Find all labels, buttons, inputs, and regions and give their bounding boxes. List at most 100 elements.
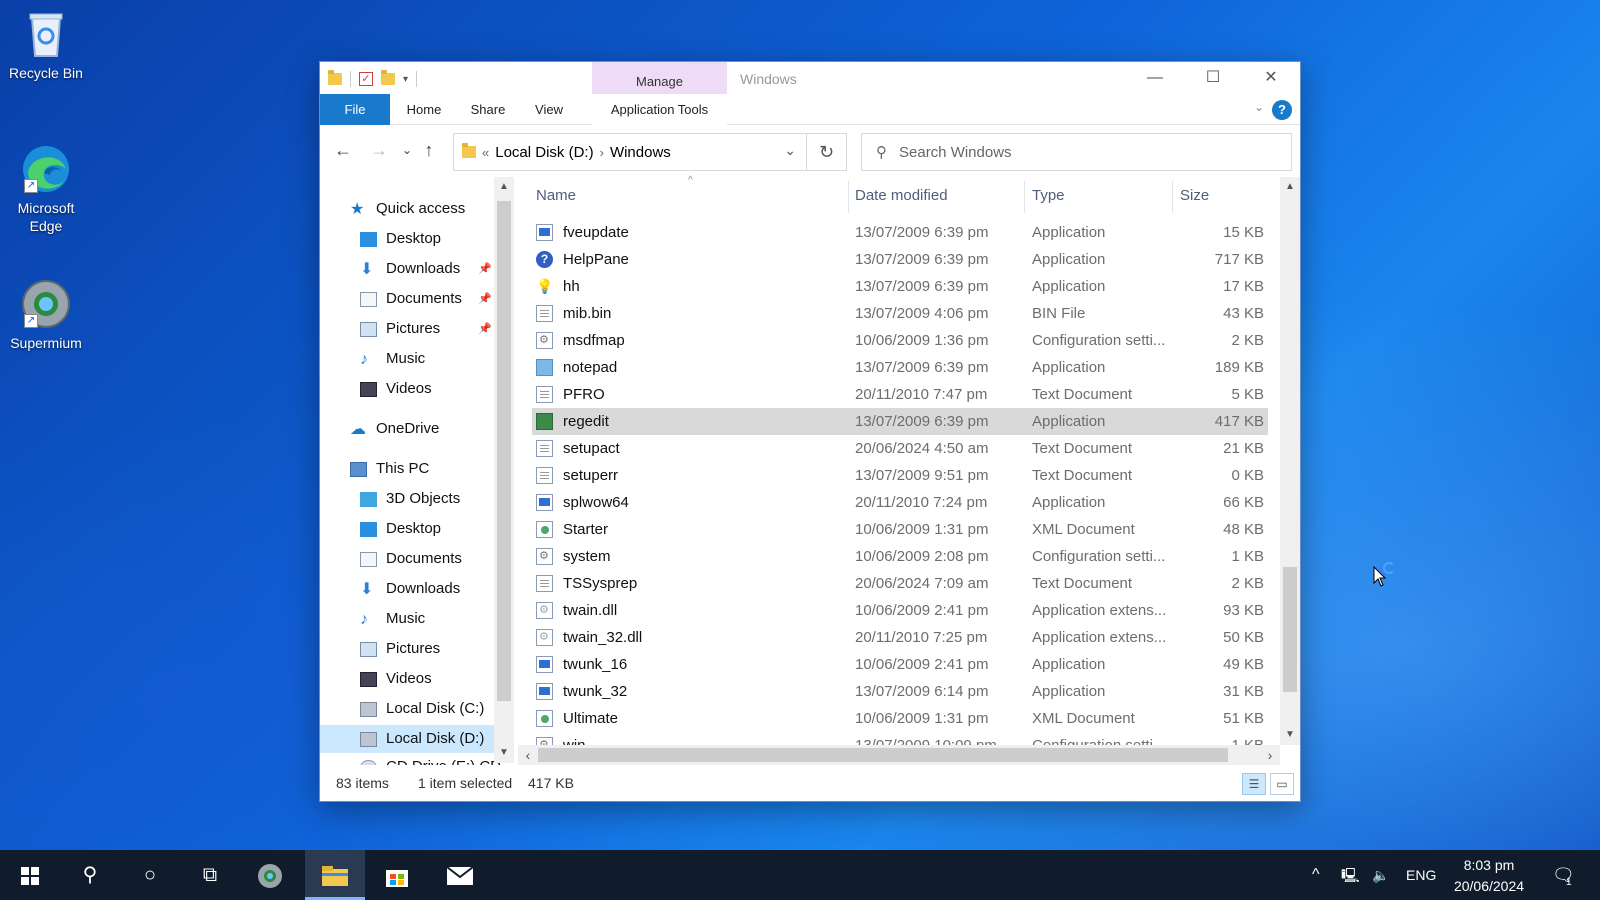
tab-application-tools[interactable]: Application Tools [592,94,727,125]
nav-quick-documents[interactable]: Documents 📌 [360,285,492,313]
nav-quick-music[interactable]: ♪ Music [360,345,425,373]
scroll-down-icon[interactable]: ▼ [494,747,514,758]
file-row-starter[interactable]: Starter 10/06/2009 1:31 pm XML Document 48 … [532,516,1268,543]
scroll-up-icon[interactable]: ▲ [1280,181,1300,192]
nav-pc-pictures[interactable]: Pictures [360,635,440,663]
scroll-up-icon[interactable]: ▲ [494,181,514,192]
file-row-regedit[interactable]: regedit 13/07/2009 6:39 pm Application 417 … [532,408,1268,435]
help-button[interactable]: ? [1272,100,1292,120]
chevron-down-icon[interactable]: ⌄ [784,142,796,159]
taskbar-store[interactable] [367,850,427,900]
file-row-system[interactable]: system 10/06/2009 2:08 pm Configuration se… [532,543,1268,570]
nav-quick-downloads[interactable]: ⬇ Downloads 📌 [360,255,492,283]
nav-pc-desktop[interactable]: Desktop [360,515,441,543]
recent-locations-icon[interactable]: ⌄ [396,139,418,161]
column-separator[interactable] [1172,181,1173,213]
breadcrumb-windows[interactable]: Windows [610,144,671,161]
nav-quick-access[interactable]: ★ Quick access [350,195,465,223]
desktop-icon-recycle-bin[interactable]: Recycle Bin [6,8,86,82]
qat-dropdown-icon[interactable]: ▾ [403,74,408,85]
nav-this-pc[interactable]: This PC [350,455,429,483]
file-row-ultimate[interactable]: Ultimate 10/06/2009 1:31 pm XML Document 51… [532,705,1268,732]
file-row-twain-dll[interactable]: twain.dll 10/06/2009 2:41 pm Application e… [532,597,1268,624]
file-list-horizontal-scrollbar[interactable]: ‹ › [518,745,1280,765]
column-header-size[interactable]: Size [1180,187,1209,204]
file-row-setuperr[interactable]: setuperr 13/07/2009 9:51 pm Text Document 0… [532,462,1268,489]
details-view-button[interactable]: ☰ [1242,773,1266,795]
file-row-pfro[interactable]: PFRO 20/11/2010 7:47 pm Text Document 5 KB [532,381,1268,408]
search-input[interactable]: ⚲ Search Windows [861,133,1292,171]
file-row-fveupdate[interactable]: fveupdate 13/07/2009 6:39 pm Application 15… [532,219,1268,246]
nav-pc-downloads[interactable]: ⬇ Downloads [360,575,460,603]
nav-pc-music[interactable]: ♪ Music [360,605,425,633]
new-folder-icon[interactable] [381,70,395,85]
start-button[interactable] [0,850,60,900]
scroll-down-icon[interactable]: ▼ [1280,729,1300,740]
column-header-date[interactable]: Date modified [855,187,948,204]
scroll-thumb[interactable] [497,201,511,701]
taskbar-file-explorer[interactable] [305,850,365,900]
file-row-notepad[interactable]: notepad 13/07/2009 6:39 pm Application 189 … [532,354,1268,381]
file-row-helppane[interactable]: ? HelpPane 13/07/2009 6:39 pm Application 71… [532,246,1268,273]
tab-view[interactable]: View [524,94,574,125]
large-icons-view-button[interactable]: ▭ [1270,773,1294,795]
desktop-icon-supermium[interactable]: ↗ Supermium [6,278,86,352]
nav-onedrive[interactable]: ☁ OneDrive [350,415,439,443]
tab-home[interactable]: Home [396,94,452,125]
chevron-right-icon[interactable]: › [600,145,604,160]
address-bar[interactable]: « Local Disk (D:) › Windows ⌄ [453,133,807,171]
taskbar-supermium[interactable] [240,850,300,900]
refresh-button[interactable]: ↻ [807,133,847,171]
nav-quick-desktop[interactable]: Desktop 📌 [360,225,441,253]
scroll-thumb[interactable] [1283,567,1297,692]
clock[interactable]: 8:03 pm 20/06/2024 [1444,855,1534,897]
close-button[interactable]: ✕ [1242,62,1300,94]
tab-file[interactable]: File [320,94,390,125]
column-separator[interactable] [1024,181,1025,213]
expand-ribbon-icon[interactable]: ⌄ [1254,100,1264,114]
network-icon[interactable]: 🖳 [1341,850,1360,900]
file-row-mib-bin[interactable]: mib.bin 13/07/2009 4:06 pm BIN File 43 KB [532,300,1268,327]
nav-3d-objects[interactable]: 3D Objects [360,485,460,513]
show-hidden-icons[interactable]: ^ [1312,850,1320,900]
nav-pc-documents[interactable]: Documents [360,545,462,573]
file-row-splwow64[interactable]: splwow64 20/11/2010 7:24 pm Application 66 … [532,489,1268,516]
task-view-button[interactable]: ⧉ [180,850,240,900]
column-separator[interactable] [848,181,849,213]
maximize-button[interactable]: ☐ [1184,62,1242,94]
scroll-thumb[interactable] [538,748,1228,762]
scroll-right-icon[interactable]: › [1260,745,1280,765]
file-row-hh[interactable]: 💡 hh 13/07/2009 6:39 pm Application 17 KB [532,273,1268,300]
column-header-type[interactable]: Type [1032,187,1065,204]
nav-quick-videos[interactable]: Videos [360,375,432,403]
language-indicator[interactable]: ENG [1406,850,1436,900]
file-row-twain-32-dll[interactable]: twain_32.dll 20/11/2010 7:25 pm Applicatio… [532,624,1268,651]
search-button[interactable]: ⚲ [60,850,120,900]
volume-muted-icon[interactable]: 🔈 [1372,850,1389,900]
notification-center-button[interactable]: 🗨 1 [1552,850,1575,900]
file-row-win[interactable]: win 13/07/2009 10:09 pm Configuration sett… [532,732,1268,745]
file-row-tssysprep[interactable]: TSSysprep 20/06/2024 7:09 am Text Document… [532,570,1268,597]
nav-pane-scrollbar[interactable]: ▲ ▼ [494,177,514,763]
back-button[interactable]: ← [332,139,354,161]
breadcrumb-local-disk-d[interactable]: Local Disk (D:) [495,144,593,161]
minimize-button[interactable]: — [1126,62,1184,94]
nav-quick-pictures[interactable]: Pictures 📌 [360,315,492,343]
file-row-setupact[interactable]: setupact 20/06/2024 4:50 am Text Document 2… [532,435,1268,462]
tab-share[interactable]: Share [458,94,518,125]
forward-button[interactable]: → [368,139,390,161]
cortana-button[interactable]: ○ [120,850,180,900]
taskbar-mail[interactable] [430,850,490,900]
nav-local-disk-c[interactable]: Local Disk (C:) [360,695,484,723]
breadcrumb-overflow-icon[interactable]: « [482,145,489,160]
file-list-vertical-scrollbar[interactable]: ▲ ▼ [1280,177,1300,745]
column-header-name[interactable]: Name [536,187,576,204]
file-row-twunk-16[interactable]: twunk_16 10/06/2009 2:41 pm Application 49 … [532,651,1268,678]
scroll-left-icon[interactable]: ‹ [518,745,538,765]
properties-icon[interactable]: ✓ [359,72,373,86]
file-row-twunk-32[interactable]: twunk_32 13/07/2009 6:14 pm Application 31 … [532,678,1268,705]
file-row-msdfmap[interactable]: msdfmap 10/06/2009 1:36 pm Configuration s… [532,327,1268,354]
nav-local-disk-d[interactable]: Local Disk (D:) [320,725,494,753]
nav-pc-videos[interactable]: Videos [360,665,432,693]
desktop-icon-edge[interactable]: ↗ Microsoft Edge [6,143,86,235]
